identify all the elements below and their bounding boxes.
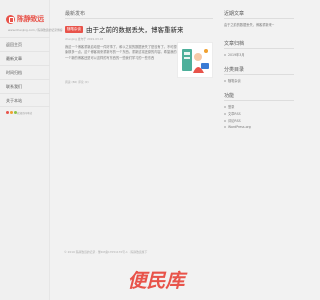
nav-item-contact[interactable]: 联系我们 (0, 79, 50, 93)
logo-text: 陈静致远 (17, 15, 44, 23)
thumbnail-illustration (178, 43, 212, 77)
bullet-icon (224, 54, 226, 56)
right-sidebar: 近期文章 由于之前的数据丢失，博客重新来~ 文章归档 2019年3月 分类目录 … (220, 0, 300, 300)
bullet-icon (224, 120, 226, 122)
nav-item-home[interactable]: 返回主页 (0, 37, 50, 51)
post-title[interactable]: 由于之前的数据丢失，博客重新来~ (86, 24, 183, 34)
logo-subtitle: www.Chenjing.com / 陈静致远的记录博客 (8, 28, 63, 32)
meta-label: 文章RSS (228, 112, 241, 116)
bullet-icon (224, 106, 226, 108)
meta-login-link[interactable]: 登录 (224, 104, 234, 109)
nav-item-latest[interactable]: 最新文章 (0, 51, 50, 65)
nav-item-about[interactable]: 关于本站 (0, 93, 50, 107)
post-meta: chenjing 发布于 2019-03-03 (65, 37, 104, 41)
section-title: 最新发布 (65, 11, 86, 17)
footer-copyright: © 2019 陈静致远的记录 · 豫ICP备17051170号-1 · 陈静致远… (64, 250, 148, 254)
bullet-icon (224, 80, 226, 82)
recent-post-link[interactable]: 由于之前的数据丢失，博客重新来~ (224, 22, 274, 27)
nav-item-archive[interactable]: 时间归档 (0, 65, 50, 79)
category-link[interactable]: 随笔杂谈 (224, 78, 241, 83)
rss-icon[interactable] (10, 111, 13, 114)
categories-title: 分类目录 (224, 67, 245, 73)
category-badge[interactable]: 随笔杂谈 (65, 25, 83, 33)
bullet-icon (224, 126, 226, 128)
post-stats: 阅读 (86) 评论 (0) (65, 80, 89, 84)
watermark-text: 便民库 (127, 270, 188, 292)
meta-title: 功能 (224, 93, 235, 99)
meta-wordpress-link[interactable]: WordPress.org (224, 125, 251, 129)
archives-title: 文章归档 (224, 41, 245, 47)
sidebar-nav: 返回主页 最新文章 时间归档 联系我们 关于本站 (0, 37, 50, 107)
bullet-icon (224, 113, 226, 115)
archive-label: 2019年3月 (228, 53, 245, 57)
section-divider (65, 18, 213, 19)
widget-divider (224, 100, 294, 101)
widget-divider (224, 74, 294, 75)
sidebar: 陈静致远 www.Chenjing.com / 陈静致远的记录博客 返回主页 最… (0, 0, 63, 300)
category-label: 随笔杂谈 (228, 79, 241, 83)
meta-label: 评论RSS (228, 119, 241, 123)
meta-label: 登录 (228, 105, 235, 109)
page: 陈静致远 www.Chenjing.com / 陈静致远的记录博客 返回主页 最… (0, 0, 300, 300)
widget-divider (224, 48, 294, 49)
meta-label: WordPress.org (228, 125, 251, 129)
sidebar-note: 欢迎访问本站 (17, 112, 33, 115)
post-thumbnail[interactable] (177, 42, 213, 78)
recent-posts-title: 近期文章 (224, 11, 245, 17)
archive-link[interactable]: 2019年3月 (224, 52, 245, 57)
weibo-icon[interactable] (6, 111, 9, 114)
meta-rss-link[interactable]: 文章RSS (224, 111, 241, 116)
post-excerpt: 我这一个博客重新启动是一件好事了，和以之前的数据丢失了是没有了。不可想象那多一点… (65, 45, 177, 60)
meta-comments-rss-link[interactable]: 评论RSS (224, 118, 241, 123)
main-content: 最新发布 随笔杂谈 由于之前的数据丢失，博客重新来~ chenjing 发布于 … (58, 0, 218, 300)
social-icons (6, 111, 17, 114)
watermark-logo: 便民库 (127, 270, 188, 292)
widget-divider (224, 18, 294, 19)
site-logo[interactable]: 陈静致远 (6, 10, 46, 28)
logo-icon (6, 14, 15, 24)
post-header: 随笔杂谈 由于之前的数据丢失，博客重新来~ (65, 24, 183, 34)
